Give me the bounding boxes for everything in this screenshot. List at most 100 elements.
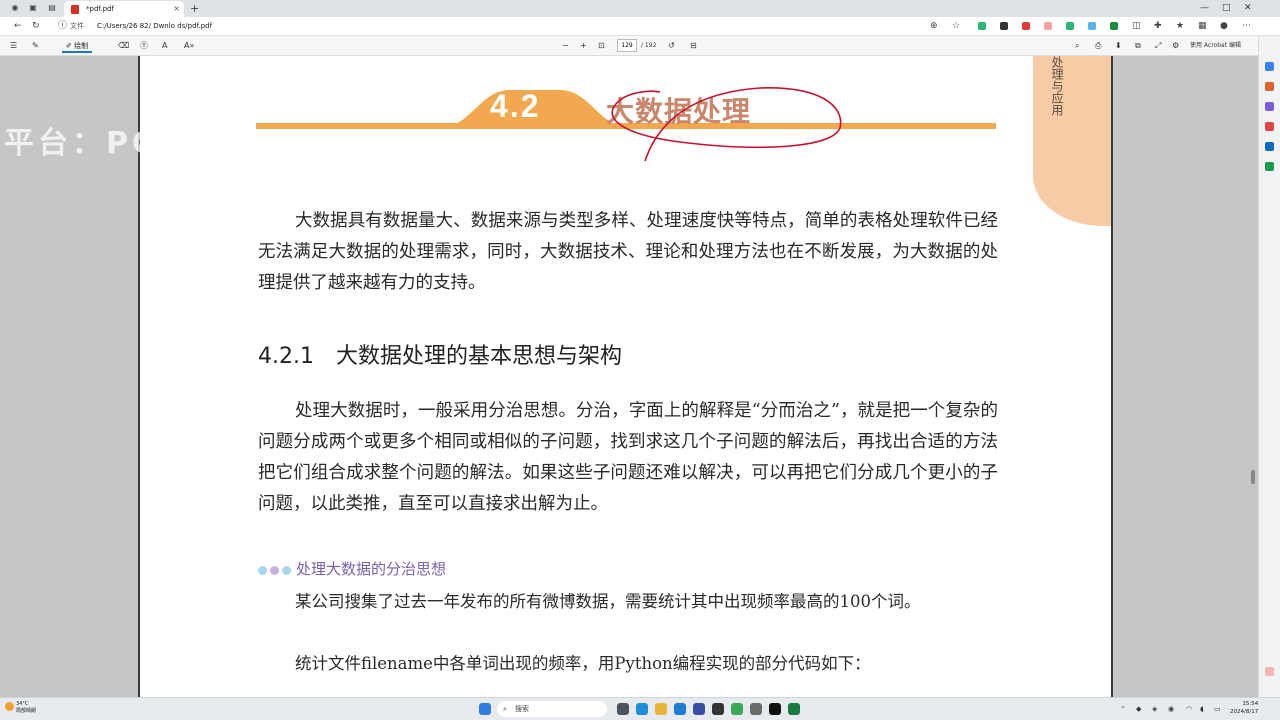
favorite-star-icon[interactable]: ☆ [952, 21, 960, 31]
intro-paragraph: 大数据具有数据量大、数据来源与类型多样、处理速度快等特点，简单的表格处理软件已经… [258, 211, 998, 293]
pdf-toolbar: ☰ ✎ ✐ 绘制 ⌫ Ⓣ A A» − + ⊡ 129 / 192 ↺ ⊟ ⌕ … [0, 36, 1258, 56]
xbox-icon[interactable] [731, 703, 743, 715]
add-text-icon[interactable]: A [162, 40, 167, 52]
excel-icon[interactable] [788, 703, 800, 715]
weather-widget[interactable]: 34°C 局部晴朗 [5, 701, 37, 715]
profile-icon[interactable]: ● [1220, 21, 1228, 31]
close-tab-button[interactable]: × [173, 1, 180, 17]
tray-app-icon[interactable]: ◈ [1152, 703, 1157, 715]
draw-button[interactable]: ✐ 绘制 [62, 39, 93, 53]
save-icon[interactable]: ⬇ [1115, 40, 1122, 52]
pdf-viewer[interactable]: 处理与应用 4.2 大数据处理 大数据具有数据量大、数据来源与类型多样、处理速度… [0, 56, 1258, 697]
edge-icon[interactable] [636, 703, 648, 715]
draw-label: 绘制 [74, 42, 89, 50]
search-icon[interactable]: ⌕ [1075, 40, 1079, 52]
tab-pdf[interactable]: *pdf.pdf × [64, 1, 184, 17]
back-icon[interactable]: ← [14, 21, 22, 31]
text-icon[interactable]: Ⓣ [140, 40, 148, 52]
page-view-icon[interactable]: ⊟ [690, 40, 697, 52]
split-screen-icon[interactable]: ◫ [1132, 21, 1141, 31]
minimize-button[interactable]: — [1200, 0, 1209, 17]
games-icon[interactable] [1265, 122, 1274, 131]
app-icon[interactable] [693, 703, 705, 715]
search-label: 搜索 [515, 705, 529, 713]
page-total-label: / 192 [641, 42, 657, 49]
pen-icon: ✐ [66, 42, 75, 50]
bullet-dots-icon [258, 565, 292, 575]
weather-desc: 局部晴朗 [16, 708, 37, 714]
tab-actions-icon[interactable]: ▤ [47, 3, 57, 13]
extension-icon[interactable] [1110, 22, 1118, 30]
zoom-out-button[interactable]: − [562, 40, 569, 52]
clock-time: 15:54 [1242, 701, 1259, 707]
collections-icon[interactable]: ▣ [28, 3, 38, 13]
fit-page-icon[interactable]: ⊡ [598, 40, 605, 52]
app-icon[interactable] [712, 703, 724, 715]
address-bar: ← ↻ ⓘ 文件 C:/Users/26 82/ Dwnlo ds/pdf.pd… [0, 17, 1280, 36]
url-scheme-label: 文件 [70, 22, 84, 30]
tools-icon[interactable] [1265, 102, 1274, 111]
more-menu-icon[interactable]: ⋯ [1242, 21, 1251, 31]
extension-icon[interactable] [1044, 22, 1052, 30]
tray-app-icon[interactable]: ◉ [1168, 703, 1174, 715]
print-icon[interactable]: ⎙ [1095, 40, 1101, 52]
taskbar-search[interactable]: ⌕ 搜索 [497, 701, 607, 717]
collections-icon[interactable]: ▦ [1198, 21, 1207, 31]
close-window-button[interactable]: ✕ [1244, 0, 1252, 17]
page-number-input[interactable]: 129 [617, 39, 637, 52]
browser-sidebar [1258, 36, 1280, 697]
save-as-icon[interactable]: ⧉ [1135, 40, 1141, 52]
clock-date: 2024/8/17 [1230, 709, 1259, 715]
favorites-icon[interactable]: ★ [1176, 21, 1184, 31]
tray-app-icon[interactable]: ◆ [1136, 703, 1141, 715]
extensions-icon[interactable]: ✚ [1154, 21, 1162, 31]
extension-icon[interactable] [1022, 22, 1030, 30]
extension-icon[interactable] [1000, 22, 1008, 30]
highlight-icon[interactable]: ✎ [32, 40, 39, 52]
read-aloud-icon[interactable]: A» [184, 40, 194, 52]
extension-icon[interactable] [1088, 22, 1096, 30]
zoom-icon[interactable]: ⊕ [930, 21, 938, 31]
maximize-button[interactable]: □ [1222, 0, 1231, 17]
fullscreen-icon[interactable]: ⤢ [1155, 40, 1161, 52]
url-field[interactable]: C:/Users/26 82/ Dwnlo ds/pdf.pdf [97, 20, 212, 32]
shopping-icon[interactable] [1265, 82, 1274, 91]
file-explorer-icon[interactable] [655, 703, 667, 715]
contents-icon[interactable]: ☰ [10, 40, 17, 52]
section-title: 大数据处理的基本思想与架构 [335, 344, 622, 369]
acrobat-icon[interactable] [1265, 667, 1274, 676]
example-line-2: 统计文件filename中各单词出现的频率，用Python编程实现的部分代码如下… [295, 654, 871, 673]
store-icon[interactable] [674, 703, 686, 715]
subheading-text: 处理大数据的分治思想 [296, 560, 447, 578]
new-tab-button[interactable]: + [190, 0, 199, 17]
extension-icon[interactable] [1066, 22, 1074, 30]
info-icon[interactable]: ⓘ [58, 21, 67, 31]
settings-icon[interactable]: ⚙ [1172, 40, 1179, 52]
profile-icon[interactable]: ◉ [10, 3, 20, 13]
rotate-icon[interactable]: ↺ [668, 40, 675, 52]
app-icon[interactable] [750, 703, 762, 715]
stream-watermark: 平台：PC [4, 126, 159, 161]
extension-shield-icon[interactable] [978, 22, 986, 30]
section-heading: 4.2.1 大数据处理的基本思想与架构 [258, 338, 622, 370]
example-line-1: 某公司搜集了过去一年发布的所有微博数据，需要统计其中出现频率最高的100个词。 [295, 592, 921, 611]
volume-icon[interactable]: ◖ [1200, 703, 1204, 715]
task-view-icon[interactable] [617, 703, 629, 715]
scrollbar-thumb[interactable] [1251, 470, 1255, 484]
system-clock[interactable]: 15:54 2024/8/17 [1230, 700, 1258, 716]
copilot-icon[interactable] [1265, 62, 1274, 71]
battery-icon[interactable]: ▭ [1214, 703, 1221, 715]
refresh-icon[interactable]: ↻ [32, 21, 40, 31]
start-icon[interactable] [479, 703, 491, 715]
search-icon: ⌕ [503, 705, 507, 713]
wifi-icon[interactable]: ◠ [1186, 703, 1192, 715]
section-paragraph: 处理大数据时，一般采用分治思想。分治，字面上的解释是“分而治之”，就是把一个复杂… [258, 401, 998, 514]
app-icon[interactable] [769, 703, 781, 715]
eraser-icon[interactable]: ⌫ [118, 40, 129, 52]
zoom-in-button[interactable]: + [580, 40, 587, 52]
outlook-icon[interactable] [1265, 142, 1274, 151]
weather-temp: 34°C [16, 701, 29, 707]
drop-icon[interactable] [1265, 162, 1274, 171]
acrobat-edit-button[interactable]: 使用 Acrobat 编辑 [1190, 40, 1241, 52]
tray-chevron-icon[interactable]: ⌃ [1120, 703, 1126, 715]
